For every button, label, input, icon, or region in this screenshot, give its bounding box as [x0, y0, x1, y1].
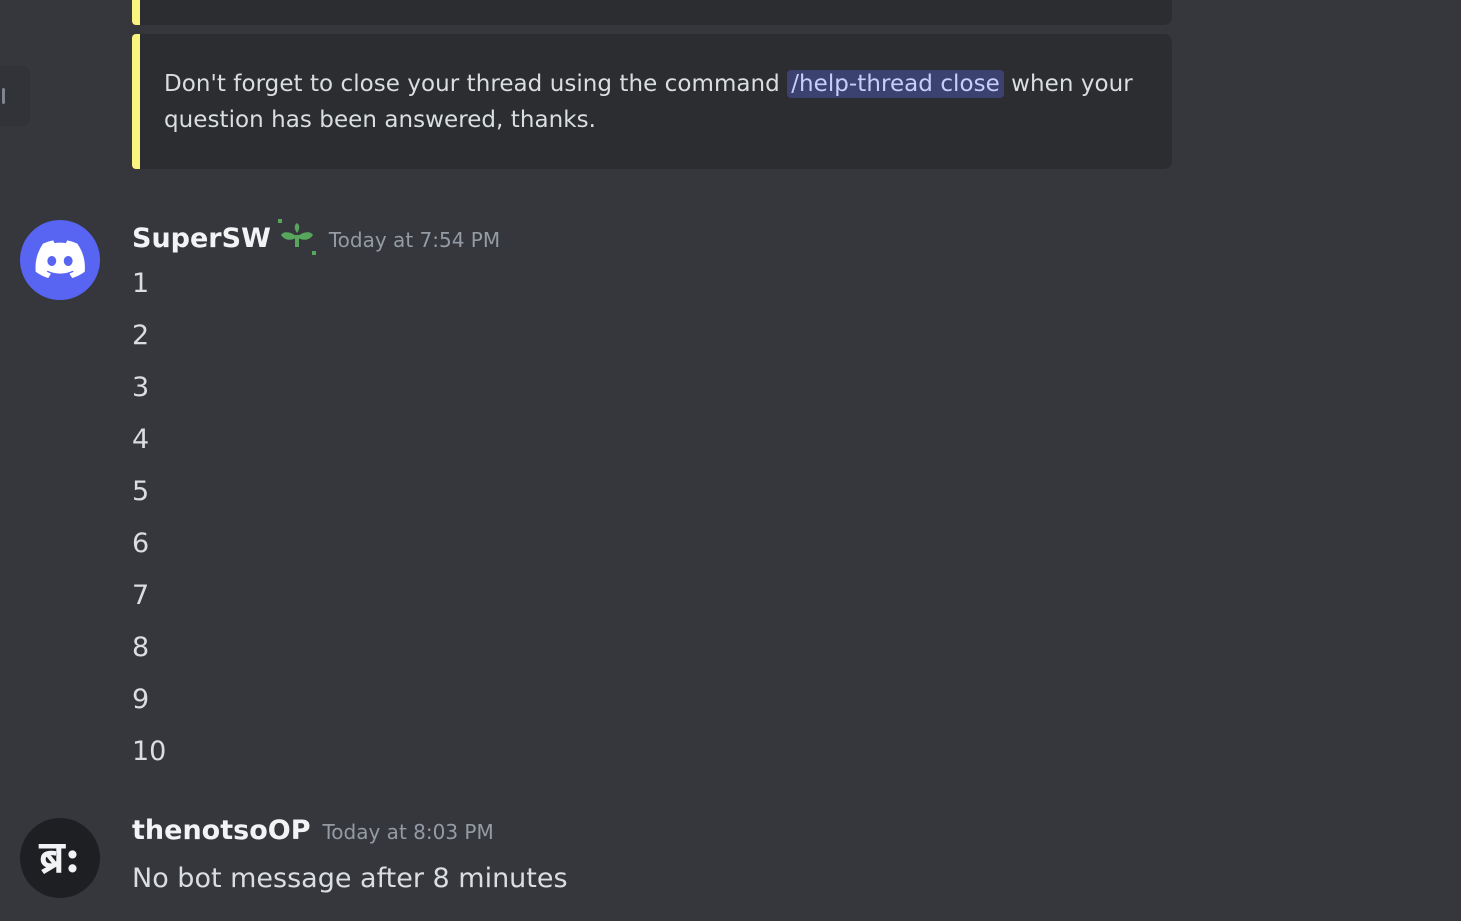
message-line: 8: [132, 632, 150, 663]
embed-card-previous: [132, 0, 1172, 25]
message-line: 5: [132, 476, 150, 507]
message-line: 3: [132, 372, 150, 403]
embed-text-before: Don't forget to close your thread using …: [164, 71, 788, 97]
timestamp[interactable]: Today at 8:03 PM: [322, 820, 493, 844]
message-line: 1: [132, 268, 150, 299]
side-rail[interactable]: [0, 66, 30, 126]
avatar-supersw[interactable]: [20, 220, 100, 300]
avatar-glyph: ब्र:: [39, 832, 81, 883]
discord-logo-icon: [35, 240, 85, 278]
message-line: 7: [132, 580, 150, 611]
message-text: No bot message after 8 minutes: [132, 863, 568, 894]
scroll-tick: [2, 88, 5, 104]
embed-description: Don't forget to close your thread using …: [164, 66, 1142, 138]
message-header: SuperSW Today at 7:54 PM: [132, 217, 500, 257]
avatar-thenotsoop[interactable]: ब्र:: [20, 818, 100, 898]
sprout-icon[interactable]: [277, 217, 317, 257]
message-line: 2: [132, 320, 150, 351]
message-line: 6: [132, 528, 150, 559]
chat-view: Don't forget to close your thread using …: [0, 0, 1461, 921]
slash-command-mention[interactable]: /help-thread close: [787, 70, 1004, 98]
message-line: 4: [132, 424, 150, 455]
message-content: 1 2 3 4 5 6 7 8 9 10: [132, 269, 166, 789]
message-line: 10: [132, 736, 167, 767]
username[interactable]: SuperSW: [132, 223, 271, 254]
bot-embed-card: Don't forget to close your thread using …: [132, 34, 1172, 169]
username[interactable]: thenotsoOP: [132, 815, 310, 846]
timestamp[interactable]: Today at 7:54 PM: [329, 228, 500, 252]
message-header: thenotsoOP Today at 8:03 PM: [132, 815, 494, 846]
message-line: 9: [132, 684, 150, 715]
